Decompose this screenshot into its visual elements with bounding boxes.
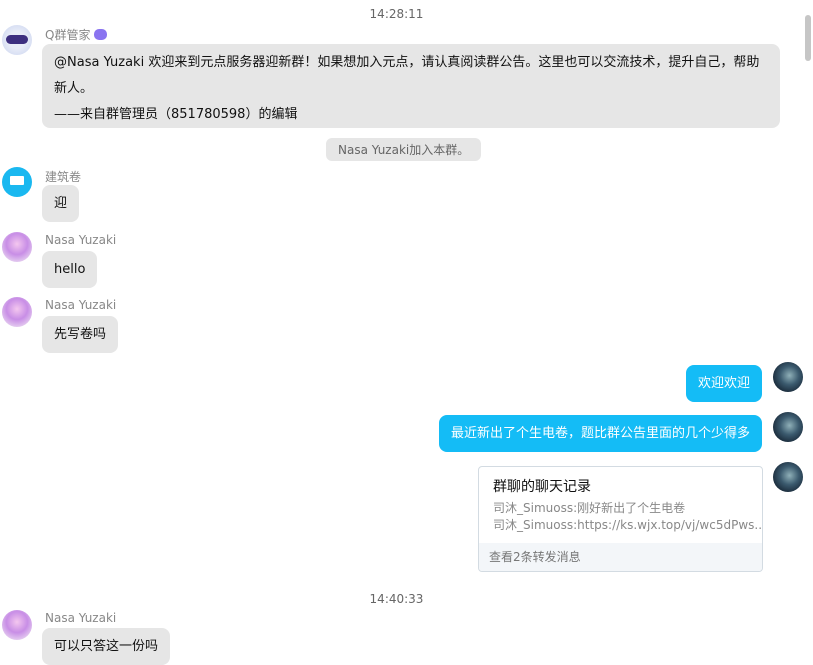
message-bubble[interactable]: 迎: [42, 185, 80, 222]
message-bubble[interactable]: hello: [42, 251, 98, 288]
timestamp: 14:40:33: [369, 592, 424, 606]
user-avatar[interactable]: [2, 167, 32, 197]
system-notice: Nasa Yuzaki加入本群。: [326, 138, 482, 161]
card-title: 群聊的聊天记录: [493, 479, 591, 495]
timestamp: 14:28:11: [369, 7, 424, 21]
forwarded-chat-card[interactable]: 群聊的聊天记录 司沐_Simuoss:刚好新出了个生电卷 司沐_Simuoss:…: [478, 466, 763, 572]
card-preview-line: 司沐_Simuoss:刚好新出了个生电卷: [493, 501, 686, 515]
user-avatar[interactable]: [2, 297, 32, 327]
bot-avatar[interactable]: [2, 25, 32, 55]
sender-name: Nasa Yuzaki: [45, 233, 117, 247]
user-avatar[interactable]: [2, 232, 32, 262]
sender-name: 建筑卷: [45, 170, 82, 184]
view-forwarded-link[interactable]: 查看2条转发消息: [479, 543, 762, 571]
sender-name: Q群管家: [45, 26, 108, 43]
user-avatar[interactable]: [2, 610, 32, 640]
my-message-bubble[interactable]: 最近新出了个生电卷，题比群公告里面的几个少得多: [438, 415, 762, 452]
sender-name: Nasa Yuzaki: [45, 298, 117, 312]
sender-name: Nasa Yuzaki: [45, 611, 117, 625]
message-bubble[interactable]: 先写卷吗: [42, 316, 119, 353]
card-preview-line: 司沐_Simuoss:https://ks.wjx.top/vj/wc5dPws…: [493, 518, 762, 532]
message-bubble[interactable]: 可以只答这一份吗: [42, 628, 171, 665]
my-avatar[interactable]: [773, 362, 803, 392]
my-avatar[interactable]: [773, 462, 803, 492]
message-bubble[interactable]: @Nasa Yuzaki 欢迎来到元点服务器迎新群！如果想加入元点，请认真阅读群…: [42, 44, 780, 128]
my-avatar[interactable]: [773, 412, 803, 442]
scrollbar-thumb[interactable]: [805, 15, 811, 61]
my-message-bubble[interactable]: 欢迎欢迎: [685, 365, 762, 402]
bot-badge-icon: [94, 29, 108, 40]
